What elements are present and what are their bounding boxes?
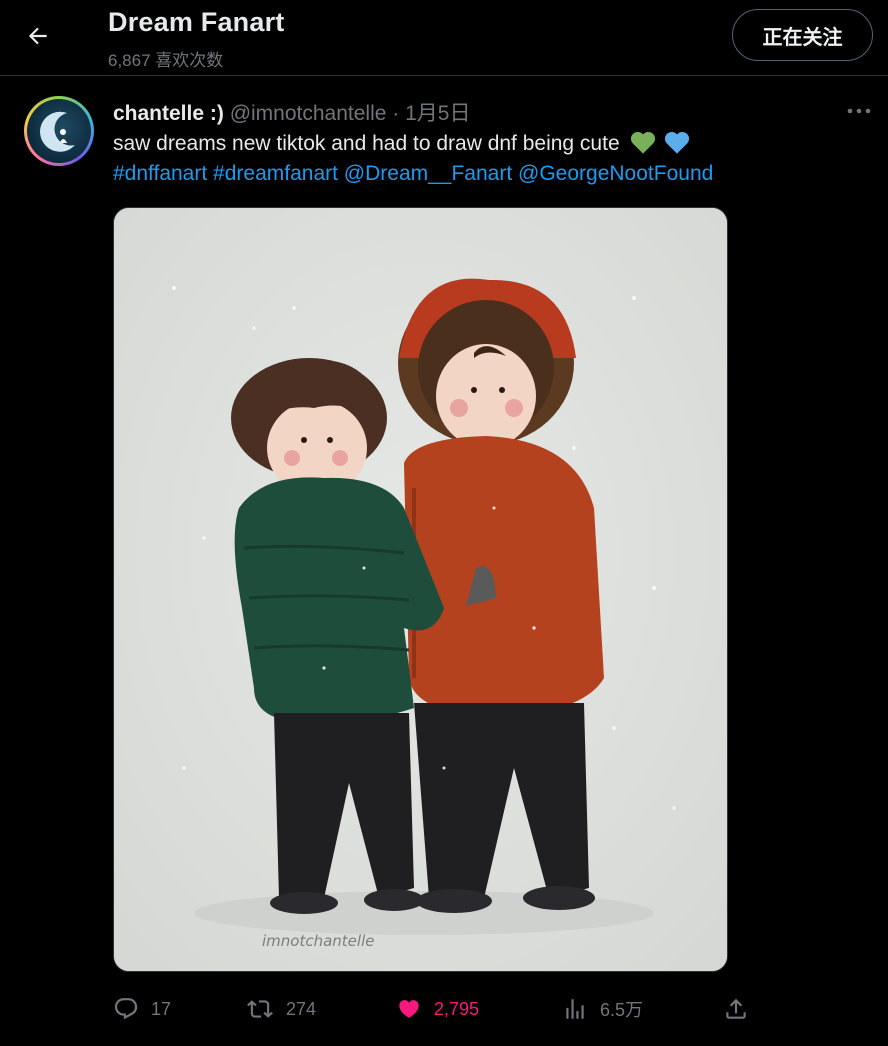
- hashtag-link[interactable]: #dnffanart: [113, 162, 207, 185]
- top-bar: Dream Fanart 6,867 喜欢次数 正在关注: [0, 0, 888, 76]
- like-button[interactable]: 2,795: [396, 989, 479, 1029]
- tweet: chantelle :) @imnotchantelle · 1月5日 saw …: [0, 77, 888, 1046]
- views-chart-icon: [566, 999, 584, 1019]
- user-handle[interactable]: @imnotchantelle: [230, 102, 387, 125]
- tweet-author-row: chantelle :) @imnotchantelle · 1月5日: [113, 97, 470, 127]
- reply-button[interactable]: 17: [113, 989, 171, 1029]
- reply-count: 17: [151, 998, 172, 1019]
- view-count: 6.5万: [600, 1000, 644, 1020]
- avatar[interactable]: [24, 96, 94, 166]
- moon-logo-icon: [40, 111, 75, 152]
- tweet-actions: 17 274 2,795 6.5万: [113, 989, 753, 1029]
- mention-link[interactable]: @Dream__Fanart: [344, 162, 512, 185]
- retweet-button[interactable]: 274: [246, 989, 316, 1029]
- fanart-illustration: imnotchantelle: [114, 208, 727, 971]
- tweet-text-line: saw dreams new tiktok and had to draw dn…: [113, 132, 620, 155]
- tweet-date[interactable]: · 1月5日: [392, 102, 470, 125]
- tweet-text: saw dreams new tiktok and had to draw dn…: [113, 129, 853, 189]
- more-options-button[interactable]: [844, 99, 874, 123]
- green-heart-icon: [631, 131, 656, 154]
- share-icon: [726, 998, 746, 1019]
- display-name[interactable]: chantelle :): [113, 102, 224, 125]
- back-button[interactable]: [18, 16, 58, 56]
- views-button[interactable]: 6.5万: [562, 989, 643, 1029]
- blue-heart-icon: [665, 131, 690, 154]
- page-title: Dream Fanart: [108, 7, 285, 37]
- heart-icon: [399, 1000, 419, 1018]
- likes-count: 6,867 喜欢次数: [108, 51, 224, 70]
- back-arrow-icon: [28, 27, 47, 45]
- retweet-count: 274: [286, 998, 317, 1019]
- artist-signature: imnotchantelle: [262, 932, 374, 950]
- reply-icon: [114, 998, 138, 1020]
- share-button[interactable]: [723, 989, 749, 1029]
- hashtag-link[interactable]: #dreamfanart: [213, 162, 338, 185]
- more-dots-icon: [847, 108, 871, 114]
- mention-link[interactable]: @GeorgeNootFound: [518, 162, 713, 185]
- like-count: 2,795: [434, 998, 480, 1019]
- following-button[interactable]: 正在关注: [732, 9, 873, 61]
- tweet-image[interactable]: imnotchantelle: [113, 207, 728, 972]
- retweet-icon: [247, 1000, 273, 1018]
